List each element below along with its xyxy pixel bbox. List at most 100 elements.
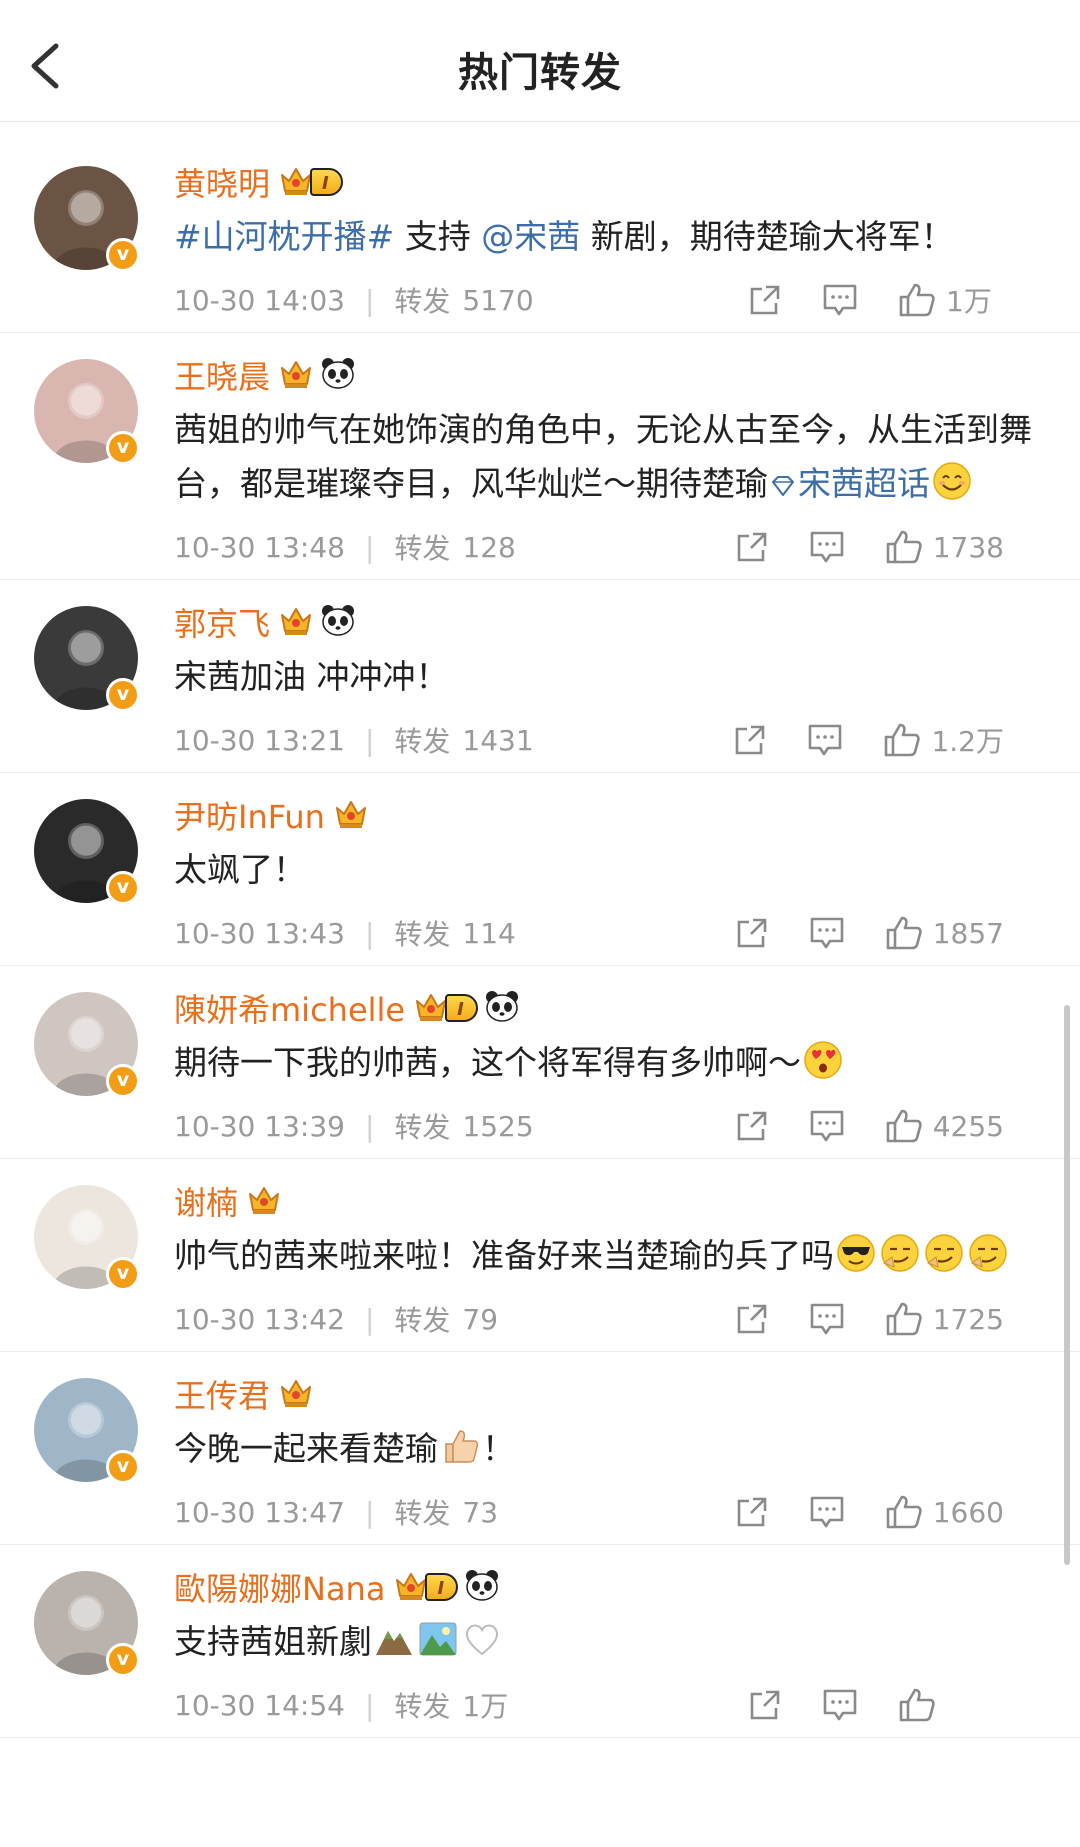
like-button[interactable]: 1857 <box>885 915 1004 951</box>
share-icon[interactable] <box>735 1302 769 1336</box>
heart-eyes-emoji <box>801 1041 845 1082</box>
smile-emoji <box>930 462 974 503</box>
repost-label: 转发 <box>394 532 451 565</box>
timestamp: 10-30 13:21 <box>174 723 345 757</box>
super-topic-link[interactable]: 宋茜超话 <box>798 464 930 503</box>
repost-count: 73 <box>462 1495 499 1529</box>
member-badge <box>278 603 356 641</box>
repost-label: 转发 <box>394 285 451 318</box>
like-icon <box>885 529 923 565</box>
comment-icon[interactable] <box>807 723 843 757</box>
share-icon[interactable] <box>748 1688 782 1722</box>
like-button[interactable]: 4255 <box>885 1108 1004 1144</box>
super-topic-diamond-icon <box>768 464 798 503</box>
like-icon <box>898 1687 936 1723</box>
timestamp: 10-30 13:39 <box>174 1109 345 1143</box>
repost-item[interactable]: v 歐陽娜娜Nana I 支持茜姐新劇 10-30 14:54 | 转发 1万 <box>0 1545 1080 1738</box>
repost-count: 1万 <box>462 1690 509 1723</box>
panda-icon <box>458 1568 500 1606</box>
timestamp: 10-30 14:54 <box>174 1688 345 1722</box>
crown-icon <box>278 356 314 394</box>
meta-divider: | <box>364 1109 375 1143</box>
crown-icon <box>278 603 314 641</box>
like-button[interactable]: 1725 <box>885 1301 1004 1337</box>
verified-v-icon: v <box>106 678 140 712</box>
like-icon <box>898 282 936 318</box>
level-badge: I <box>310 168 343 196</box>
text-segment: 期待一下我的帅茜，这个将军得有多帅啊～ <box>174 1043 801 1082</box>
repost-label: 转发 <box>394 1497 451 1530</box>
user-name[interactable]: 陳妍希michelle <box>174 985 405 1031</box>
like-button[interactable]: 1.2万 <box>883 720 1004 760</box>
like-button[interactable]: 1660 <box>885 1494 1004 1530</box>
timestamp: 10-30 13:42 <box>174 1302 345 1336</box>
repost-count: 114 <box>462 916 516 950</box>
like-icon <box>883 722 921 758</box>
repost-text: #山河枕开播# 支持 @宋茜 新剧，期待楚瑜大将军！ <box>174 210 1040 264</box>
member-badge <box>246 1182 282 1220</box>
user-name[interactable]: 王晓晨 <box>174 352 270 398</box>
comment-icon[interactable] <box>809 1109 845 1143</box>
comment-icon[interactable] <box>809 1495 845 1529</box>
like-icon <box>885 1301 923 1337</box>
landscape-emoji <box>416 1622 460 1661</box>
text-segment: 宋茜加油 冲冲冲！ <box>174 657 449 696</box>
meta-divider: | <box>364 283 375 317</box>
member-badge: I <box>413 989 520 1027</box>
user-name[interactable]: 谢楠 <box>174 1178 238 1224</box>
user-name[interactable]: 尹昉InFun <box>174 792 325 838</box>
comment-icon[interactable] <box>822 1688 858 1722</box>
cool-emoji <box>834 1234 878 1275</box>
repost-text: 太飒了！ <box>174 843 1040 897</box>
like-button[interactable]: 1万 <box>898 280 1004 320</box>
share-icon[interactable] <box>735 1109 769 1143</box>
like-count: 1万 <box>946 285 992 318</box>
text-segment: 支持茜姐新劇 <box>174 1622 372 1661</box>
user-name[interactable]: 歐陽娜娜Nana <box>174 1564 385 1610</box>
repost-item[interactable]: v 谢楠 帅气的茜来啦来啦！准备好来当楚瑜的兵了吗 10-30 13:42 | 转发 79 1… <box>0 1159 1080 1352</box>
member-badge <box>278 356 356 394</box>
repost-count: 128 <box>462 530 516 564</box>
level-badge: I <box>445 994 478 1022</box>
verified-v-icon: v <box>106 1450 140 1484</box>
share-icon[interactable] <box>735 1495 769 1529</box>
repost-text: 期待一下我的帅茜，这个将军得有多帅啊～ <box>174 1036 1040 1090</box>
repost-item[interactable]: v 王晓晨 茜姐的帅气在她饰演的角色中，无论从古至今，从生活到舞台，都是璀璨夺目，风… <box>0 333 1080 580</box>
panda-icon <box>314 603 356 641</box>
verified-v-icon: v <box>106 238 140 272</box>
comment-icon[interactable] <box>809 916 845 950</box>
panda-icon <box>314 356 356 394</box>
verified-v-icon: v <box>106 1643 140 1677</box>
repost-label: 转发 <box>394 918 451 951</box>
member-badge: I <box>393 1568 500 1606</box>
repost-text: 帅气的茜来啦来啦！准备好来当楚瑜的兵了吗 <box>174 1229 1040 1283</box>
like-icon <box>885 1494 923 1530</box>
like-count: 1725 <box>932 1302 1004 1336</box>
repost-item[interactable]: v 陳妍希michelle I 期待一下我的帅茜，这个将军得有多帅啊～ 10-30 13… <box>0 966 1080 1159</box>
user-name[interactable]: 郭京飞 <box>174 599 270 645</box>
repost-list: v 黄晓明 I #山河枕开播# 支持 @宋茜 新剧，期待楚瑜大将军！ 10-30 14:… <box>0 140 1080 1738</box>
user-name[interactable]: 黄晓明 <box>174 159 270 205</box>
user-name[interactable]: 王传君 <box>174 1371 270 1417</box>
repost-item[interactable]: v 王传君 今晚一起来看楚瑜 ！ 10-30 13:47 | 转发 73 1660 <box>0 1352 1080 1545</box>
share-icon[interactable] <box>735 530 769 564</box>
repost-item[interactable]: v 黄晓明 I #山河枕开播# 支持 @宋茜 新剧，期待楚瑜大将军！ 10-30 14:… <box>0 140 1080 333</box>
share-icon[interactable] <box>733 723 767 757</box>
mention-link[interactable]: @宋茜 <box>481 217 580 256</box>
comment-icon[interactable] <box>822 283 858 317</box>
repost-text: 茜姐的帅气在她饰演的角色中，无论从古至今，从生活到舞台，都是璀璨夺目，风华灿烂～… <box>174 403 1040 511</box>
like-button[interactable] <box>898 1687 1004 1723</box>
repost-item[interactable]: v 郭京飞 宋茜加油 冲冲冲！ 10-30 13:21 | 转发 1431 1.2万 <box>0 580 1080 773</box>
share-icon[interactable] <box>735 916 769 950</box>
repost-text: 今晚一起来看楚瑜 ！ <box>174 1422 1040 1476</box>
share-icon[interactable] <box>748 283 782 317</box>
hashtag-link[interactable]: #山河枕开播# <box>174 217 394 256</box>
text-segment: 太飒了！ <box>174 850 306 889</box>
scrollbar[interactable] <box>1064 1005 1070 1565</box>
member-badge: I <box>278 163 343 201</box>
repost-item[interactable]: v 尹昉InFun 太飒了！ 10-30 13:43 | 转发 114 1857 <box>0 773 1080 966</box>
timestamp: 10-30 13:43 <box>174 916 345 950</box>
comment-icon[interactable] <box>809 530 845 564</box>
like-button[interactable]: 1738 <box>885 529 1004 565</box>
comment-icon[interactable] <box>809 1302 845 1336</box>
